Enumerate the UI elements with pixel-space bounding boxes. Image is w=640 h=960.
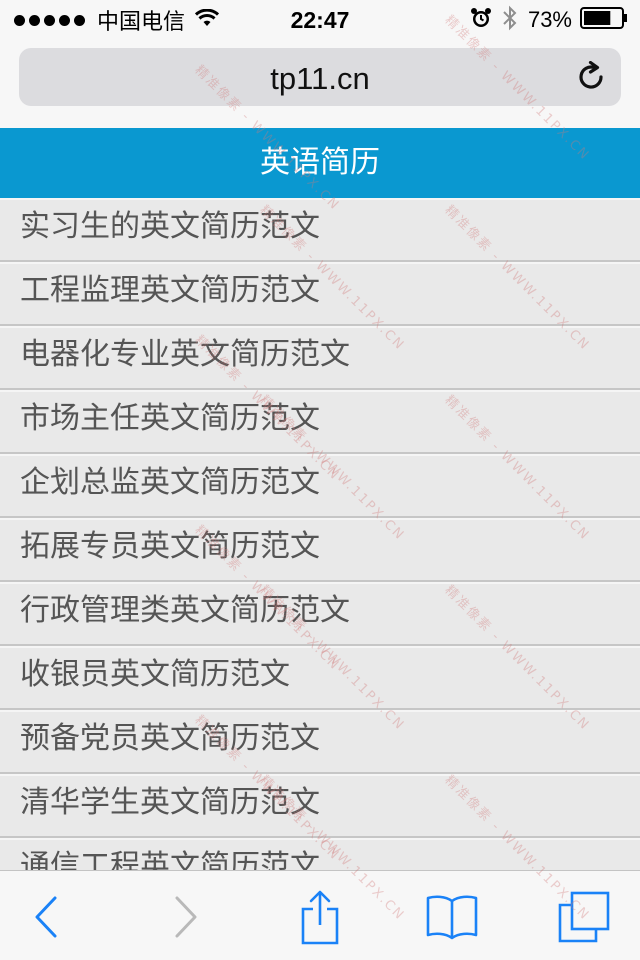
battery-percent: 73%	[527, 7, 572, 32]
list-item[interactable]: 拓展专员英文简历范文	[0, 518, 640, 582]
list-item[interactable]: 电器化专业英文简历范文	[0, 326, 640, 390]
list-item[interactable]: 市场主任英文简历范文	[0, 390, 640, 454]
forward-icon[interactable]	[158, 889, 214, 945]
battery-icon	[580, 7, 628, 33]
status-bar: 中国电信 22:47 73%	[0, 0, 640, 40]
back-icon[interactable]	[18, 889, 74, 945]
address-bar-area: tp11.cn	[0, 40, 640, 129]
list-item[interactable]: 企划总监英文简历范文	[0, 454, 640, 518]
resume-list: 实习生的英文简历范文 工程监理英文简历范文 电器化专业英文简历范文 市场主任英文简历范…	[0, 198, 640, 870]
list-item[interactable]: 工程监理英文简历范文	[0, 262, 640, 326]
bookmarks-icon[interactable]	[424, 889, 480, 945]
list-item[interactable]: 清华学生英文简历范文	[0, 774, 640, 838]
browser-screen: 中国电信 22:47 73% tp11.cn 英语简历 实习生的英文简历范文 工…	[0, 0, 640, 960]
list-item[interactable]: 行政管理类英文简历范文	[0, 582, 640, 646]
share-icon[interactable]	[292, 889, 348, 945]
address-bar[interactable]: tp11.cn	[19, 48, 621, 106]
list-item[interactable]: 收银员英文简历范文	[0, 646, 640, 710]
tabs-icon[interactable]	[556, 889, 612, 945]
url-text[interactable]: tp11.cn	[19, 61, 621, 97]
reload-icon[interactable]	[575, 60, 607, 93]
list-item[interactable]: 实习生的英文简历范文	[0, 198, 640, 262]
bluetooth-icon	[502, 5, 518, 35]
alarm-icon	[470, 7, 492, 33]
browser-toolbar	[0, 870, 640, 960]
list-item[interactable]: 通信工程英文简历范文	[0, 838, 640, 870]
page-title: 英语简历	[0, 128, 640, 198]
list-item[interactable]: 预备党员英文简历范文	[0, 710, 640, 774]
status-bar-right: 73%	[470, 5, 628, 35]
